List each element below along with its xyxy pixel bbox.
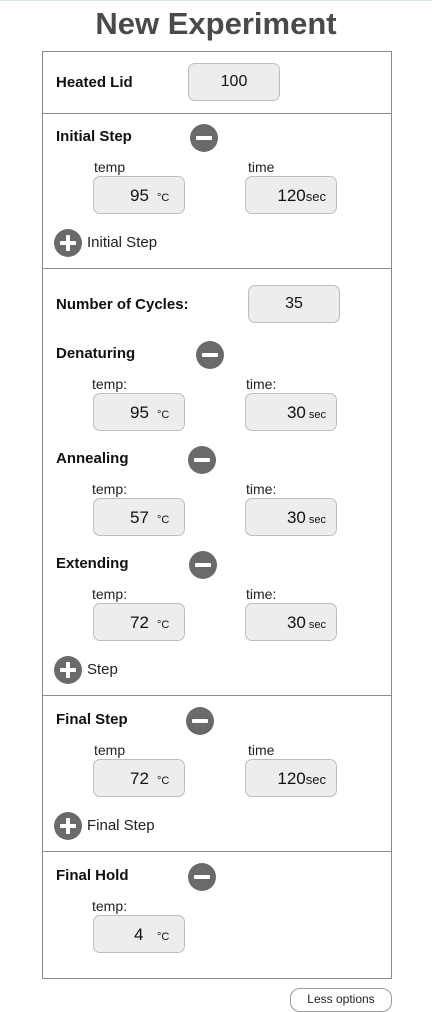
section-divider [43,851,391,852]
initial-step-time-value: 120 [277,186,306,205]
annealing-time-label: time: [246,481,277,497]
extending-time-input[interactable]: 30 sec [245,603,337,641]
denaturing-time-label: time: [246,376,277,392]
step-label-annealing: Annealing [56,450,129,467]
add-step-icon[interactable] [54,656,82,684]
number-of-cycles-label: Number of Cycles: [56,296,189,313]
denaturing-time-value: 30 [286,403,306,422]
denaturing-temp-label: temp: [92,376,128,392]
final-step-temp-unit: °C [157,775,170,787]
initial-step-temp-value: 95 [130,186,149,205]
final-hold-temp-unit: °C [157,931,170,943]
final-step-temp-input[interactable]: 72 °C [93,759,185,797]
annealing-temp-label: temp: [92,481,128,497]
denaturing-temp-input[interactable]: 95 °C [93,393,185,431]
initial-step-temp-input[interactable]: 95 °C [93,176,185,214]
page-title: New Experiment [95,6,337,41]
annealing-temp-input[interactable]: 57 °C [93,498,185,536]
add-step-label[interactable]: Step [87,661,118,678]
final-hold-label: Final Hold [56,867,129,884]
final-step-time-label: time [248,742,275,758]
denaturing-temp-value: 95 [130,403,149,422]
extending-temp-value: 72 [130,613,149,632]
add-initial-step-icon[interactable] [54,229,82,257]
final-step-label: Final Step [56,711,128,728]
section-divider [43,695,391,696]
extending-time-value: 30 [286,613,306,632]
final-step-time-value: 120 [277,769,306,788]
final-hold-temp-label: temp: [92,898,128,914]
add-final-step-label[interactable]: Final Step [87,817,155,834]
section-divider [43,113,391,114]
initial-step-label: Initial Step [56,128,132,145]
add-initial-step-label[interactable]: Initial Step [87,234,157,251]
initial-step-time-unit: sec [305,189,326,204]
denaturing-time-input[interactable]: 30 sec [245,393,337,431]
final-step-temp-label: temp [94,742,126,758]
heated-lid-input[interactable]: 100 [188,63,280,101]
remove-initial-step-icon[interactable] [190,124,218,152]
remove-final-step-icon[interactable] [186,707,214,735]
final-step-temp-value: 72 [130,769,149,788]
final-step-time-input[interactable]: 120sec [245,759,337,797]
annealing-temp-value: 57 [130,508,149,527]
denaturing-temp-unit: °C [157,409,170,421]
initial-step-temp-label: temp [94,159,126,175]
remove-denaturing-icon[interactable] [196,341,224,369]
number-of-cycles-input[interactable]: 35 [248,285,340,323]
initial-step-temp-unit: °C [157,192,170,204]
annealing-time-unit: sec [308,514,326,526]
final-step-time-unit: sec [305,772,326,787]
final-hold-temp-input[interactable]: 4 °C [93,915,185,953]
annealing-time-value: 30 [286,508,306,527]
section-divider [43,268,391,269]
add-final-step-icon[interactable] [54,812,82,840]
remove-annealing-icon[interactable] [188,446,216,474]
top-border [0,0,432,1]
remove-extending-icon[interactable] [189,551,217,579]
extending-temp-unit: °C [157,619,170,631]
extending-temp-input[interactable]: 72 °C [93,603,185,641]
annealing-time-input[interactable]: 30 sec [245,498,337,536]
experiment-panel: Heated Lid 100 Initial Step temp time 95… [42,51,392,979]
remove-final-hold-icon[interactable] [188,863,216,891]
extending-time-unit: sec [308,619,326,631]
initial-step-time-label: time [248,159,275,175]
step-label-denaturing: Denaturing [56,345,136,362]
step-label-extending: Extending [56,555,129,572]
annealing-temp-unit: °C [157,514,170,526]
extending-time-label: time: [246,586,277,602]
final-hold-temp-value: 4 [134,925,144,944]
initial-step-time-input[interactable]: 120sec [245,176,337,214]
less-options-button[interactable]: Less options [290,988,392,1012]
extending-temp-label: temp: [92,586,128,602]
denaturing-time-unit: sec [308,409,326,421]
heated-lid-label: Heated Lid [56,74,133,91]
